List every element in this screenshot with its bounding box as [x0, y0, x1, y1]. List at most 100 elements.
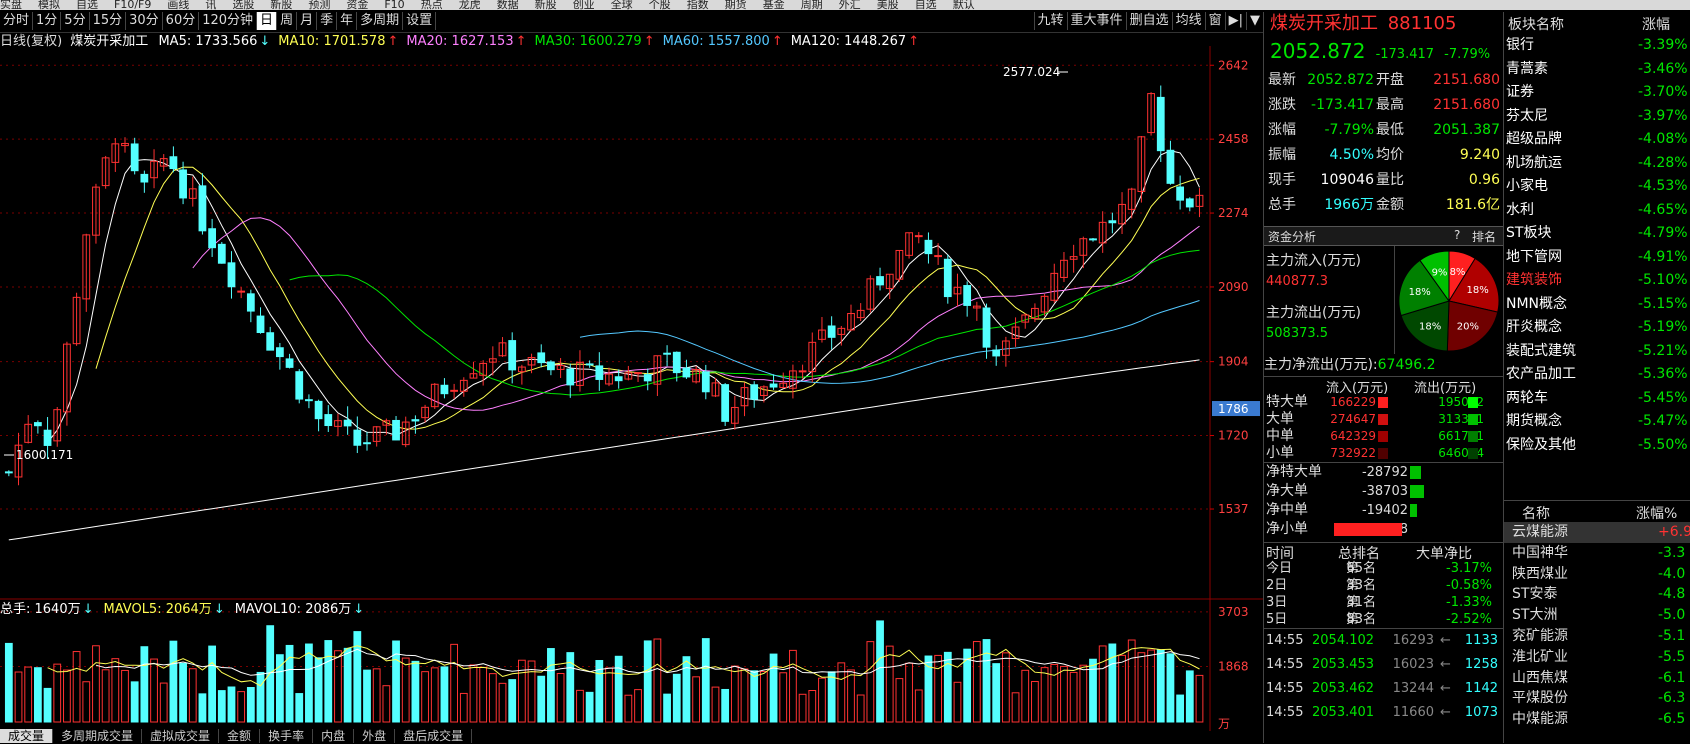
top-menu-item[interactable]: 基金: [763, 0, 785, 10]
stock-list-item[interactable]: 平煤股份 -6.3: [1504, 688, 1690, 709]
sector-list-item[interactable]: 保险及其他 -5.50%: [1504, 434, 1690, 458]
period-tab[interactable]: 日: [257, 12, 278, 30]
top-menu-item[interactable]: 指数: [687, 0, 709, 10]
top-menu-item[interactable]: 创业: [573, 0, 595, 10]
sector-list-item[interactable]: 证券 -3.70%: [1504, 81, 1690, 105]
chart-tool-tab[interactable]: ▶|: [1224, 12, 1246, 30]
period-tab[interactable]: 分时: [0, 12, 34, 30]
indicator-tab[interactable]: 外盘: [354, 729, 396, 743]
period-tab[interactable]: 多周期: [357, 12, 404, 30]
period-tab[interactable]: 15分: [90, 12, 127, 30]
sector-list-item[interactable]: 期货概念 -5.47%: [1504, 410, 1690, 434]
period-tab[interactable]: 设置: [403, 12, 437, 30]
top-menu-item[interactable]: F10: [384, 0, 404, 10]
top-menu-item[interactable]: 期货: [725, 0, 747, 10]
stock-list-item[interactable]: 山西焦煤 -6.1: [1504, 668, 1690, 689]
indicator-tab[interactable]: 内盘: [313, 729, 355, 743]
volume-bar: [188, 668, 197, 723]
top-menu-item[interactable]: 资金: [346, 0, 368, 10]
top-menu-item[interactable]: 外汇: [839, 0, 861, 10]
period-tab[interactable]: 5分: [61, 12, 90, 30]
sector-list-item[interactable]: 地下管网 -4.91%: [1504, 246, 1690, 270]
volume-bar: [440, 666, 449, 723]
sector-list-item[interactable]: 银行 -3.39%: [1504, 34, 1690, 58]
volume-tick-label: 3703: [1218, 605, 1249, 619]
top-menu-item[interactable]: 美股: [877, 0, 899, 10]
sector-list-item[interactable]: 芬太尼 -3.97%: [1504, 105, 1690, 129]
sector-name: 两轮车: [1506, 389, 1548, 406]
sector-list-item[interactable]: 小家电 -4.53%: [1504, 175, 1690, 199]
sector-list-item[interactable]: 超级品牌 -4.08%: [1504, 128, 1690, 152]
top-menu-item[interactable]: 画线: [167, 0, 189, 10]
sector-list-item[interactable]: NMN概念 -5.15%: [1504, 293, 1690, 317]
period-tab[interactable]: 月: [297, 12, 318, 30]
volume-bar: [798, 693, 807, 723]
chart-tool-tab[interactable]: 九转: [1033, 12, 1067, 30]
sector-list-item[interactable]: 建筑装饰 -5.10%: [1504, 269, 1690, 293]
period-tab[interactable]: 1分: [33, 12, 62, 30]
sector-list-item[interactable]: 装配式建筑 -5.21%: [1504, 340, 1690, 364]
sector-list-item[interactable]: 机场航运 -4.28%: [1504, 152, 1690, 176]
stock-list-item[interactable]: 中煤能源 -6.5: [1504, 709, 1690, 730]
sector-list-item[interactable]: 青蒿素 -3.46%: [1504, 58, 1690, 82]
period-tab[interactable]: 60分: [163, 12, 200, 30]
stock-list-item[interactable]: ST大洲 -5.0: [1504, 605, 1690, 626]
chart-tool-tab[interactable]: 窗: [1204, 12, 1225, 30]
chart-tool-tab[interactable]: 均线: [1171, 12, 1205, 30]
candle-body: [208, 228, 217, 249]
sector-change: -4.65%: [1638, 201, 1688, 218]
period-tab[interactable]: 周: [277, 12, 298, 30]
chart-tool-tab[interactable]: 重大事件: [1066, 12, 1126, 30]
volume-bar: [672, 673, 681, 723]
top-menu-item[interactable]: 个股: [649, 0, 671, 10]
top-menu-item[interactable]: 周期: [801, 0, 823, 10]
sector-list-item[interactable]: 水利 -4.65%: [1504, 199, 1690, 223]
stock-list-item[interactable]: ST安泰 -4.8: [1504, 584, 1690, 605]
top-menu-item[interactable]: 自选: [76, 0, 98, 10]
top-menu-item[interactable]: 选股: [232, 0, 254, 10]
chart-tool-tab[interactable]: ▼: [1246, 12, 1263, 30]
indicator-tab[interactable]: 金额: [219, 729, 261, 743]
top-menu-item[interactable]: 全球: [611, 0, 633, 10]
period-tab[interactable]: 季: [317, 12, 338, 30]
top-menu-item[interactable]: 新股: [270, 0, 292, 10]
kline-chart[interactable]: 2642 2458 2274 2090 1904 1720 1537 1786 3703 1868…: [0, 46, 1263, 731]
period-tab[interactable]: 120分钟: [199, 12, 258, 30]
top-menu-item[interactable]: 预测: [308, 0, 330, 10]
stock-head-name: 名称: [1522, 506, 1550, 522]
rank-button[interactable]: 排名: [1472, 228, 1496, 245]
stock-list-item[interactable]: 中国神华 -3.3: [1504, 543, 1690, 564]
indicator-tab[interactable]: 盘后成交量: [395, 729, 473, 743]
net-flow-row: 净中单 -19402: [1264, 501, 1504, 520]
top-menu-item[interactable]: 自选: [915, 0, 937, 10]
sector-list-item[interactable]: 肝炎概念 -5.19%: [1504, 316, 1690, 340]
stock-list-item[interactable]: 陕西煤业 -4.0: [1504, 564, 1690, 585]
stock-name: 兖矿能源: [1512, 627, 1568, 644]
indicator-tab[interactable]: 换手率: [260, 729, 314, 743]
help-button[interactable]: ?: [1454, 228, 1460, 242]
stock-list-item[interactable]: 淮北矿业 -5.5: [1504, 647, 1690, 668]
top-menu-item[interactable]: 热点: [421, 0, 443, 10]
indicator-tab[interactable]: 多周期成交量: [53, 729, 143, 743]
sector-list-item[interactable]: 两轮车 -5.45%: [1504, 387, 1690, 411]
period-tab[interactable]: 年: [337, 12, 358, 30]
sector-list-item[interactable]: ST板块 -4.79%: [1504, 222, 1690, 246]
flow-row: 大单 274647 313351: [1264, 411, 1504, 428]
stock-list-item[interactable]: 兖矿能源 -5.1: [1504, 626, 1690, 647]
top-menu-item[interactable]: 新股: [535, 0, 557, 10]
top-menu-item[interactable]: 模拟: [38, 0, 60, 10]
top-menu-item[interactable]: 龙虎: [459, 0, 481, 10]
indicator-tab[interactable]: 虚拟成交量: [142, 729, 220, 743]
stock-list-item[interactable]: 云煤能源 +6.9: [1504, 522, 1690, 543]
top-menu-item[interactable]: 数据: [497, 0, 519, 10]
top-menu-item[interactable]: 实盘: [0, 0, 22, 10]
period-tab[interactable]: 30分: [126, 12, 163, 30]
rank-row-net: -1.33%: [1446, 595, 1492, 610]
sector-list-item[interactable]: 农产品加工 -5.36%: [1504, 363, 1690, 387]
indicator-tab[interactable]: 成交量: [0, 729, 54, 743]
top-menu-item[interactable]: 默认: [953, 0, 975, 10]
vol-arrow: ↓: [82, 602, 94, 617]
chart-tool-tab[interactable]: 删自选: [1125, 12, 1172, 30]
top-menu-item[interactable]: 讯: [205, 0, 216, 10]
top-menu-item[interactable]: F10/F9: [114, 0, 151, 10]
